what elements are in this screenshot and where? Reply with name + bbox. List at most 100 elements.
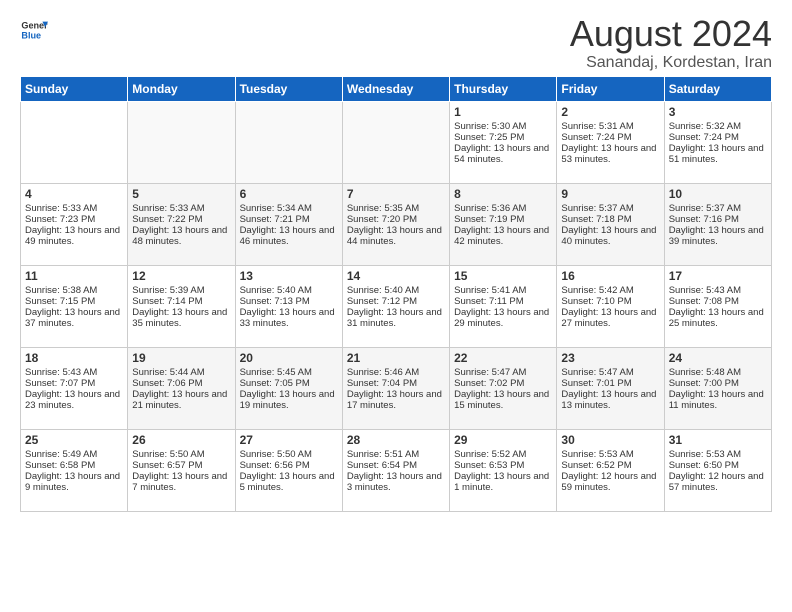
header-wednesday: Wednesday bbox=[342, 77, 449, 102]
daylight-text: Daylight: 13 hours and 46 minutes. bbox=[240, 225, 335, 247]
sunset-text: Sunset: 7:10 PM bbox=[561, 296, 631, 307]
calendar-title: August 2024 bbox=[570, 16, 772, 52]
calendar-cell: 6 Sunrise: 5:34 AMSunset: 7:21 PMDaylight… bbox=[235, 184, 342, 266]
header-tuesday: Tuesday bbox=[235, 77, 342, 102]
day-number: 26 bbox=[132, 433, 230, 447]
calendar-cell: 9Sunrise: 5:37 AMSunset: 7:18 PMDaylight… bbox=[557, 184, 664, 266]
sunset-text: Sunset: 7:02 PM bbox=[454, 378, 524, 389]
daylight-text: Daylight: 13 hours and 35 minutes. bbox=[132, 307, 227, 329]
daylight-text: Daylight: 13 hours and 53 minutes. bbox=[561, 143, 656, 165]
sunset-text: Sunset: 7:20 PM bbox=[347, 214, 417, 225]
calendar-cell: 20Sunrise: 5:45 AMSunset: 7:05 PMDayligh… bbox=[235, 348, 342, 430]
calendar-cell: 31Sunrise: 5:53 AMSunset: 6:50 PMDayligh… bbox=[664, 430, 771, 512]
sunset-text: Sunset: 7:15 PM bbox=[25, 296, 95, 307]
header-sunday: Sunday bbox=[21, 77, 128, 102]
sunrise-text: Sunrise: 5:35 AM bbox=[347, 203, 419, 214]
daylight-text: Daylight: 13 hours and 39 minutes. bbox=[669, 225, 764, 247]
day-number: 11 bbox=[25, 269, 123, 283]
daylight-text: Daylight: 13 hours and 23 minutes. bbox=[25, 389, 120, 411]
sunrise-text: Sunrise: 5:43 AM bbox=[25, 367, 97, 378]
calendar-cell: 8Sunrise: 5:36 AMSunset: 7:19 PMDaylight… bbox=[450, 184, 557, 266]
header-monday: Monday bbox=[128, 77, 235, 102]
sunrise-text: Sunrise: 5:50 AM bbox=[132, 449, 204, 460]
daylight-text: Daylight: 13 hours and 17 minutes. bbox=[347, 389, 442, 411]
sunset-text: Sunset: 7:19 PM bbox=[454, 214, 524, 225]
day-number: 8 bbox=[454, 187, 552, 201]
calendar-cell: 17Sunrise: 5:43 AMSunset: 7:08 PMDayligh… bbox=[664, 266, 771, 348]
sunset-text: Sunset: 6:56 PM bbox=[240, 460, 310, 471]
calendar-cell: 23Sunrise: 5:47 AMSunset: 7:01 PMDayligh… bbox=[557, 348, 664, 430]
daylight-text: Daylight: 13 hours and 21 minutes. bbox=[132, 389, 227, 411]
day-number: 29 bbox=[454, 433, 552, 447]
sunset-text: Sunset: 7:00 PM bbox=[669, 378, 739, 389]
sunset-text: Sunset: 7:16 PM bbox=[669, 214, 739, 225]
sunset-text: Sunset: 6:52 PM bbox=[561, 460, 631, 471]
sunset-text: Sunset: 7:05 PM bbox=[240, 378, 310, 389]
daylight-text: Daylight: 13 hours and 51 minutes. bbox=[669, 143, 764, 165]
calendar-cell: 14Sunrise: 5:40 AMSunset: 7:12 PMDayligh… bbox=[342, 266, 449, 348]
sunset-text: Sunset: 7:12 PM bbox=[347, 296, 417, 307]
sunrise-text: Sunrise: 5:50 AM bbox=[240, 449, 312, 460]
daylight-text: Daylight: 13 hours and 31 minutes. bbox=[347, 307, 442, 329]
calendar-header-row: Sunday Monday Tuesday Wednesday Thursday… bbox=[21, 77, 772, 102]
sunrise-text: Sunrise: 5:44 AM bbox=[132, 367, 204, 378]
day-number: 6 bbox=[240, 187, 338, 201]
calendar-cell: 16Sunrise: 5:42 AMSunset: 7:10 PMDayligh… bbox=[557, 266, 664, 348]
sunset-text: Sunset: 7:07 PM bbox=[25, 378, 95, 389]
day-number: 27 bbox=[240, 433, 338, 447]
day-number: 9 bbox=[561, 187, 659, 201]
sunrise-text: Sunrise: 5:42 AM bbox=[561, 285, 633, 296]
sunrise-text: Sunrise: 5:51 AM bbox=[347, 449, 419, 460]
sunset-text: Sunset: 7:24 PM bbox=[561, 132, 631, 143]
daylight-text: Daylight: 13 hours and 13 minutes. bbox=[561, 389, 656, 411]
daylight-text: Daylight: 13 hours and 1 minute. bbox=[454, 471, 549, 493]
calendar-cell: 27Sunrise: 5:50 AMSunset: 6:56 PMDayligh… bbox=[235, 430, 342, 512]
calendar-cell: 21Sunrise: 5:46 AMSunset: 7:04 PMDayligh… bbox=[342, 348, 449, 430]
sunset-text: Sunset: 7:14 PM bbox=[132, 296, 202, 307]
calendar-cell: 13Sunrise: 5:40 AMSunset: 7:13 PMDayligh… bbox=[235, 266, 342, 348]
sunset-text: Sunset: 6:54 PM bbox=[347, 460, 417, 471]
calendar-cell: 7Sunrise: 5:35 AMSunset: 7:20 PMDaylight… bbox=[342, 184, 449, 266]
day-number: 20 bbox=[240, 351, 338, 365]
sunset-text: Sunset: 7:01 PM bbox=[561, 378, 631, 389]
sunrise-text: Sunrise: 5:47 AM bbox=[561, 367, 633, 378]
calendar-cell: 15Sunrise: 5:41 AMSunset: 7:11 PMDayligh… bbox=[450, 266, 557, 348]
sunset-text: Sunset: 7:11 PM bbox=[454, 296, 524, 307]
header-saturday: Saturday bbox=[664, 77, 771, 102]
daylight-text: Daylight: 13 hours and 3 minutes. bbox=[347, 471, 442, 493]
sunrise-text: Sunrise: 5:36 AM bbox=[454, 203, 526, 214]
daylight-text: Daylight: 13 hours and 29 minutes. bbox=[454, 307, 549, 329]
daylight-text: Daylight: 13 hours and 48 minutes. bbox=[132, 225, 227, 247]
sunrise-text: Sunrise: 5:40 AM bbox=[240, 285, 312, 296]
calendar-subtitle: Sanandaj, Kordestan, Iran bbox=[570, 54, 772, 72]
calendar-table: Sunday Monday Tuesday Wednesday Thursday… bbox=[20, 76, 772, 512]
daylight-text: Daylight: 13 hours and 37 minutes. bbox=[25, 307, 120, 329]
sunrise-text: Sunrise: 5:43 AM bbox=[669, 285, 741, 296]
calendar-cell: 11Sunrise: 5:38 AMSunset: 7:15 PMDayligh… bbox=[21, 266, 128, 348]
sunset-text: Sunset: 6:57 PM bbox=[132, 460, 202, 471]
calendar-cell: 26 Sunrise: 5:50 AMSunset: 6:57 PMDayligh… bbox=[128, 430, 235, 512]
sunrise-text: Sunrise: 5:52 AM bbox=[454, 449, 526, 460]
sunset-text: Sunset: 6:58 PM bbox=[25, 460, 95, 471]
sunrise-text: Sunrise: 5:33 AM bbox=[132, 203, 204, 214]
calendar-cell: 22Sunrise: 5:47 AMSunset: 7:02 PMDayligh… bbox=[450, 348, 557, 430]
calendar-cell: 3Sunrise: 5:32 AMSunset: 7:24 PMDaylight… bbox=[664, 102, 771, 184]
daylight-text: Daylight: 13 hours and 15 minutes. bbox=[454, 389, 549, 411]
daylight-text: Daylight: 13 hours and 7 minutes. bbox=[132, 471, 227, 493]
day-number: 14 bbox=[347, 269, 445, 283]
daylight-text: Daylight: 13 hours and 9 minutes. bbox=[25, 471, 120, 493]
calendar-cell: 30Sunrise: 5:53 AMSunset: 6:52 PMDayligh… bbox=[557, 430, 664, 512]
calendar-cell bbox=[128, 102, 235, 184]
day-number: 19 bbox=[132, 351, 230, 365]
sunrise-text: Sunrise: 5:45 AM bbox=[240, 367, 312, 378]
day-number: 10 bbox=[669, 187, 767, 201]
sunrise-text: Sunrise: 5:41 AM bbox=[454, 285, 526, 296]
sunset-text: Sunset: 7:21 PM bbox=[240, 214, 310, 225]
calendar-cell: 4Sunrise: 5:33 AMSunset: 7:23 PMDaylight… bbox=[21, 184, 128, 266]
calendar-cell: 29Sunrise: 5:52 AMSunset: 6:53 PMDayligh… bbox=[450, 430, 557, 512]
header-thursday: Thursday bbox=[450, 77, 557, 102]
day-number: 28 bbox=[347, 433, 445, 447]
day-number: 16 bbox=[561, 269, 659, 283]
sunrise-text: Sunrise: 5:34 AM bbox=[240, 203, 312, 214]
page-header: General Blue August 2024 Sanandaj, Korde… bbox=[20, 16, 772, 72]
